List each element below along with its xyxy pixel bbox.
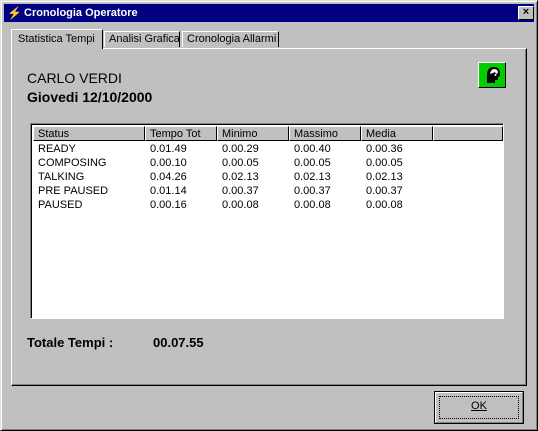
table-row[interactable]: PRE PAUSED 0.01.14 0.00.37 0.00.37 0.00.… bbox=[33, 184, 503, 198]
title-bar[interactable]: ⚡ Cronologia Operatore × bbox=[4, 4, 534, 22]
app-icon: ⚡ bbox=[7, 6, 22, 20]
close-button[interactable]: × bbox=[518, 6, 534, 20]
operator-name: CARLO VERDI bbox=[27, 70, 122, 86]
table-row[interactable]: PAUSED 0.00.16 0.00.08 0.00.08 0.00.08 bbox=[33, 198, 503, 212]
cell-status: PRE PAUSED bbox=[38, 185, 109, 197]
cell-tempo-tot: 0.04.26 bbox=[150, 171, 187, 183]
tab-cronologia-allarmi[interactable]: Cronologia Allarmi bbox=[182, 31, 279, 47]
total-times-value: 00.07.55 bbox=[153, 335, 204, 350]
ok-button-label: OK bbox=[471, 400, 487, 412]
column-header-media[interactable]: Media bbox=[361, 126, 433, 141]
cell-media: 0.00.05 bbox=[366, 157, 403, 169]
cell-tempo-tot: 0.00.16 bbox=[150, 199, 187, 211]
cell-media: 0.00.37 bbox=[366, 185, 403, 197]
column-header-status[interactable]: Status bbox=[33, 126, 145, 141]
cell-minimo: 0.02.13 bbox=[222, 171, 259, 183]
table-row[interactable]: TALKING 0.04.26 0.02.13 0.02.13 0.02.13 bbox=[33, 170, 503, 184]
headset-icon bbox=[487, 67, 500, 83]
cell-media: 0.02.13 bbox=[366, 171, 403, 183]
ok-button[interactable]: OK bbox=[434, 391, 524, 424]
table-row[interactable]: COMPOSING 0.00.10 0.00.05 0.00.05 0.00.0… bbox=[33, 156, 503, 170]
list-header: Status Tempo Tot Minimo Massimo Media bbox=[33, 126, 503, 141]
dialog-window: ⚡ Cronologia Operatore × Statistica Temp… bbox=[0, 0, 538, 431]
cell-tempo-tot: 0.01.14 bbox=[150, 185, 187, 197]
column-header-minimo[interactable]: Minimo bbox=[217, 126, 289, 141]
cell-status: READY bbox=[38, 143, 76, 155]
column-header-massimo[interactable]: Massimo bbox=[289, 126, 361, 141]
cell-massimo: 0.00.37 bbox=[294, 185, 331, 197]
status-times-list[interactable]: Status Tempo Tot Minimo Massimo Media RE… bbox=[30, 123, 504, 319]
cell-media: 0.00.08 bbox=[366, 199, 403, 211]
tab-analisi-grafica[interactable]: Analisi Grafica bbox=[104, 31, 180, 47]
cell-media: 0.00.36 bbox=[366, 143, 403, 155]
cell-massimo: 0.00.40 bbox=[294, 143, 331, 155]
column-header-filler bbox=[433, 126, 503, 141]
total-times-label: Totale Tempi : bbox=[27, 335, 114, 350]
operator-date: Giovedi 12/10/2000 bbox=[27, 89, 153, 105]
cell-status: PAUSED bbox=[38, 199, 83, 211]
cell-massimo: 0.00.05 bbox=[294, 157, 331, 169]
window-title: Cronologia Operatore bbox=[24, 7, 138, 19]
cell-tempo-tot: 0.01.49 bbox=[150, 143, 187, 155]
cell-minimo: 0.00.05 bbox=[222, 157, 259, 169]
cell-massimo: 0.02.13 bbox=[294, 171, 331, 183]
tab-panel: CARLO VERDI Giovedi 12/10/2000 Status Te… bbox=[11, 48, 527, 386]
agent-headset-icon[interactable] bbox=[478, 62, 506, 88]
cell-status: TALKING bbox=[38, 171, 85, 183]
cell-tempo-tot: 0.00.10 bbox=[150, 157, 187, 169]
cell-minimo: 0.00.37 bbox=[222, 185, 259, 197]
column-header-tempo-tot[interactable]: Tempo Tot bbox=[145, 126, 217, 141]
table-row[interactable]: READY 0.01.49 0.00.29 0.00.40 0.00.36 bbox=[33, 142, 503, 156]
cell-massimo: 0.00.08 bbox=[294, 199, 331, 211]
tab-statistica-tempi[interactable]: Statistica Tempi bbox=[11, 29, 103, 49]
cell-status: COMPOSING bbox=[38, 157, 107, 169]
cell-minimo: 0.00.08 bbox=[222, 199, 259, 211]
cell-minimo: 0.00.29 bbox=[222, 143, 259, 155]
